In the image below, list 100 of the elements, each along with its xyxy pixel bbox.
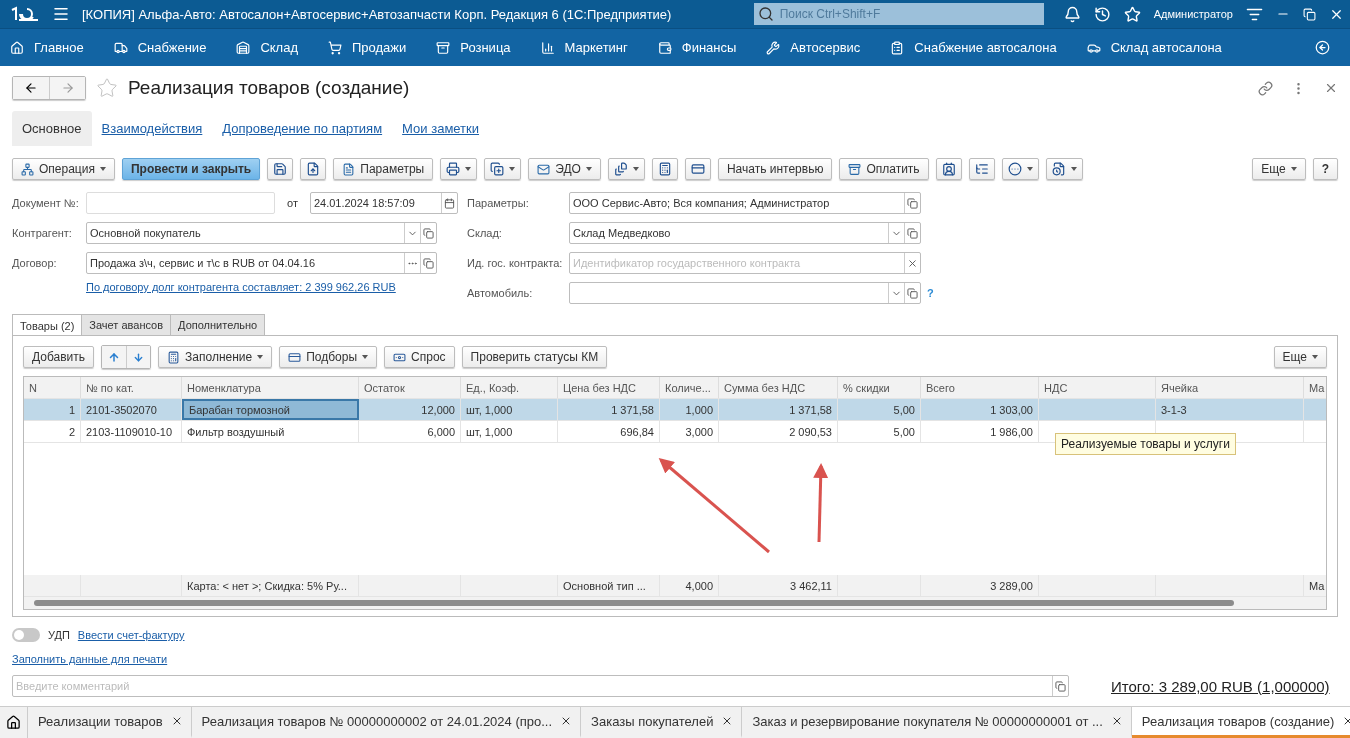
section-link[interactable]: Снабжение xyxy=(113,40,207,55)
toolbar-button[interactable]: Спрос xyxy=(384,346,455,368)
debt-link[interactable]: По договору долг контрагента составляет: 2 399 962,26 RUB xyxy=(86,281,396,293)
section-link[interactable]: Снабжение автосалона xyxy=(890,40,1057,55)
window-title: [КОПИЯ] Альфа-Авто: Автосалон+Автосервис+Автозапчасти Корп. Редакция 6 (1С:Предприятие) xyxy=(82,6,672,22)
column-header[interactable]: НДС xyxy=(1039,377,1156,398)
toolbar-button[interactable]: ЭДО xyxy=(528,158,601,180)
open-icon[interactable] xyxy=(1055,680,1066,692)
input-field[interactable]: Склад Медведково xyxy=(569,222,921,244)
icon-button[interactable] xyxy=(1045,158,1083,180)
column-header[interactable]: % скидки xyxy=(838,377,921,398)
more-button[interactable]: Еще xyxy=(1252,158,1306,180)
table-tab[interactable]: Товары (2) xyxy=(12,314,83,336)
toolbar-button[interactable]: Операция xyxy=(12,158,115,180)
table-tab[interactable]: Зачет авансов xyxy=(81,314,172,336)
column-header[interactable]: Ма xyxy=(1304,377,1326,398)
search-input[interactable]: Поиск Ctrl+Shift+F xyxy=(777,6,1040,22)
icon-button[interactable] xyxy=(968,158,995,180)
column-header[interactable]: Ячейка xyxy=(1156,377,1304,398)
section-link[interactable]: Маркетинг xyxy=(540,40,628,55)
open-icon[interactable] xyxy=(423,227,434,239)
column-header[interactable]: N xyxy=(24,377,81,398)
clear-icon[interactable] xyxy=(907,257,918,269)
toolbar-button[interactable]: Проверить статусы КМ xyxy=(461,346,608,368)
section-link[interactable]: Финансы xyxy=(657,40,737,55)
table-cell: Барабан тормозной xyxy=(189,403,290,416)
column-header[interactable]: Количе... xyxy=(660,377,719,398)
page-tab[interactable]: Допроведение по партиям xyxy=(212,110,393,146)
table-cell: 12,000 xyxy=(421,403,455,416)
section-link[interactable]: Главное xyxy=(10,40,84,55)
input-field[interactable]: ООО Сервис-Авто; Вся компания; Администратор xyxy=(569,192,921,214)
star-icon[interactable] xyxy=(1123,5,1141,23)
bell-icon[interactable] xyxy=(1063,5,1081,23)
column-header[interactable]: № по кат. xyxy=(81,377,182,398)
open-icon[interactable] xyxy=(907,227,918,239)
section-link[interactable]: Склад автосалона xyxy=(1086,40,1222,55)
column-header[interactable]: Номенклатура xyxy=(182,377,359,398)
star-icon[interactable] xyxy=(96,77,118,99)
badge-icon xyxy=(941,162,956,176)
date-field[interactable]: 24.01.2024 18:57:09 xyxy=(309,192,458,214)
table-tab[interactable]: Дополнительно xyxy=(170,314,266,336)
logo-icon xyxy=(10,6,40,22)
history-back-icon[interactable] xyxy=(1315,40,1330,55)
input-field[interactable]: Основной покупатель xyxy=(86,222,437,244)
page-tab[interactable]: Взаимодействия xyxy=(91,110,213,146)
post-close-button[interactable]: Провести и закрыть xyxy=(121,158,261,180)
icon-button[interactable] xyxy=(300,158,327,180)
column-header[interactable]: Ед., Коэф. xyxy=(461,377,558,398)
page-tab[interactable]: Основное xyxy=(12,110,92,146)
section-link[interactable]: Продажи xyxy=(328,40,407,55)
toolbar-button[interactable]: Параметры xyxy=(333,158,434,180)
toggle-switch[interactable] xyxy=(12,628,40,642)
section-link[interactable]: Автосервис xyxy=(766,40,861,55)
column-header[interactable]: Цена без НДС xyxy=(558,377,660,398)
menu-icon[interactable] xyxy=(52,5,70,23)
icon-button[interactable] xyxy=(1001,158,1039,180)
move-down-button[interactable] xyxy=(126,346,151,368)
open-icon[interactable] xyxy=(907,287,918,299)
help-link[interactable]: ? xyxy=(927,287,934,299)
icon-button[interactable] xyxy=(651,158,678,180)
field-label: Договор: xyxy=(12,257,58,269)
toolbar-button[interactable]: Подборы xyxy=(279,346,378,368)
toolbar-button[interactable]: Заполнение xyxy=(158,346,273,368)
restore-icon[interactable] xyxy=(1303,7,1316,21)
total-amount[interactable]: Итого: 3 289,00 RUB (1,000000) xyxy=(1111,677,1330,695)
icon-button[interactable] xyxy=(267,158,294,180)
more-button[interactable]: Еще xyxy=(1273,346,1327,368)
column-header[interactable]: Остаток xyxy=(359,377,461,398)
move-up-button[interactable] xyxy=(102,346,127,368)
user-name[interactable]: Администратор xyxy=(1153,8,1233,20)
open-icon[interactable] xyxy=(423,257,434,269)
back-button[interactable] xyxy=(13,77,49,99)
table-row[interactable]: 1 2101-3502070 Барабан тормозной 12,000 шт, 1,000 1 371,58 1,000 1 371,58 5,00 1 303,00 3-1-3 xyxy=(24,399,1326,421)
column-header[interactable]: Сумма без НДС xyxy=(719,377,838,398)
icon-button[interactable] xyxy=(607,158,645,180)
tooltip: Реализуемые товары и услуги xyxy=(1055,433,1236,455)
page-tab[interactable]: Мои заметки xyxy=(392,110,490,146)
toolbar-button[interactable]: Оплатить xyxy=(839,158,929,180)
search-field[interactable]: Поиск Ctrl+Shift+F xyxy=(753,3,1044,25)
section-link[interactable]: Розница xyxy=(436,40,511,55)
invoice-link[interactable]: Ввести счет-фактуру xyxy=(77,629,185,641)
toolbar-button[interactable]: Начать интервью xyxy=(717,158,833,180)
open-icon[interactable] xyxy=(907,197,918,209)
icon-button[interactable] xyxy=(935,158,962,180)
table-cell: Фильтр воздушный xyxy=(187,425,285,438)
window-tab[interactable]: Реализация товаров (создание) xyxy=(1131,707,1350,738)
calendar-icon[interactable] xyxy=(443,197,455,209)
icon-button[interactable] xyxy=(484,158,522,180)
toolbar-button[interactable]: Добавить xyxy=(23,346,95,368)
column-header[interactable]: Всего xyxy=(921,377,1039,398)
input-field[interactable] xyxy=(569,282,921,304)
help-button[interactable]: ? xyxy=(1312,158,1338,180)
icon-button[interactable] xyxy=(684,158,711,180)
link-icon[interactable] xyxy=(1258,80,1273,96)
icon-button[interactable] xyxy=(440,158,478,180)
print-data-link[interactable]: Заполнить данные для печати xyxy=(12,653,168,665)
history-icon[interactable] xyxy=(1093,5,1111,23)
section-link[interactable]: Склад xyxy=(236,40,298,55)
input-field[interactable]: Продажа з\ч, сервис и т\с в RUB от 04.04.16 xyxy=(86,252,437,274)
input-field[interactable] xyxy=(86,192,275,214)
